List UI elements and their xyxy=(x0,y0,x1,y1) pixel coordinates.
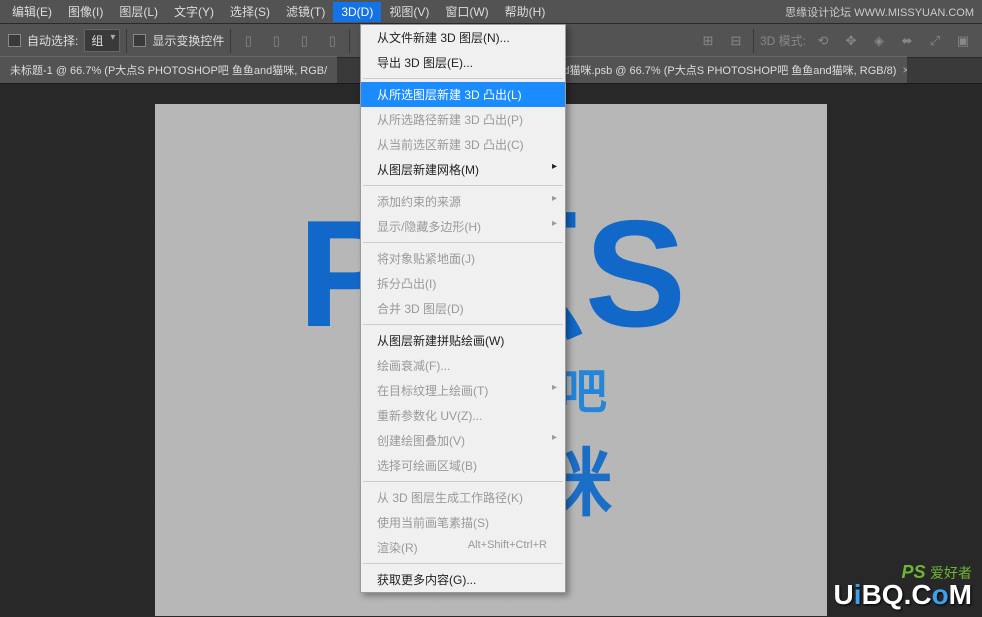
menu-item: 合并 3D 图层(D) xyxy=(361,296,565,321)
show-transform-label: 显示变换控件 xyxy=(152,32,224,49)
align-icon[interactable]: ▯ xyxy=(293,30,315,52)
menu-item[interactable]: 从所选图层新建 3D 凸出(L) xyxy=(361,82,565,107)
menu-item: 显示/隐藏多边形(H) xyxy=(361,214,565,239)
menu-item: 在目标纹理上绘画(T) xyxy=(361,378,565,403)
menu-item: 从 3D 图层生成工作路径(K) xyxy=(361,485,565,510)
menu-item: 添加约束的来源 xyxy=(361,189,565,214)
distribute-icon[interactable]: ⊞ xyxy=(697,30,719,52)
show-transform-checkbox[interactable] xyxy=(133,34,146,47)
menu-3d-dropdown: 从文件新建 3D 图层(N)...导出 3D 图层(E)... 从所选图层新建 3… xyxy=(360,24,566,593)
menu-item[interactable]: 从文件新建 3D 图层(N)... xyxy=(361,25,565,50)
menu-separator xyxy=(363,242,563,243)
menu-item: 从当前选区新建 3D 凸出(C) xyxy=(361,132,565,157)
menu-item[interactable]: 获取更多内容(G)... xyxy=(361,567,565,592)
divider xyxy=(126,29,127,53)
menu-item: 重新参数化 UV(Z)... xyxy=(361,403,565,428)
orbit-icon[interactable]: ⟲ xyxy=(812,30,834,52)
menu-t[interactable]: 滤镜(T) xyxy=(278,0,333,23)
menu-i[interactable]: 图像(I) xyxy=(60,0,111,23)
menu-item: 拆分凸出(I) xyxy=(361,271,565,296)
scale-icon[interactable]: ⤢ xyxy=(924,30,946,52)
auto-select-label: 自动选择: xyxy=(27,32,78,49)
menu-separator xyxy=(363,78,563,79)
menu-y[interactable]: 文字(Y) xyxy=(166,0,222,23)
menu-item[interactable]: 导出 3D 图层(E)... xyxy=(361,50,565,75)
menu-item: 创建绘图叠加(V) xyxy=(361,428,565,453)
divider xyxy=(349,29,350,53)
menu-l[interactable]: 图层(L) xyxy=(111,0,166,23)
tab-title: nd猫咪.psb @ 66.7% (P大点S PHOTOSHOP吧 鱼鱼and猫… xyxy=(557,62,896,78)
watermark-top: 思缘设计论坛 WWW.MISSYUAN.COM xyxy=(785,4,974,20)
menu-shortcut: Alt+Shift+Ctrl+R xyxy=(468,539,547,551)
align-icon[interactable]: ▯ xyxy=(265,30,287,52)
menu-item: 绘画衰减(F)... xyxy=(361,353,565,378)
close-icon[interactable]: × xyxy=(902,63,907,77)
watermark-bottom: PS 爱好者 UiBQ.CoM xyxy=(834,562,972,611)
menu-dd[interactable]: 3D(D) xyxy=(333,2,381,22)
group-select[interactable]: 组 xyxy=(84,29,120,52)
cube-icon[interactable]: ▣ xyxy=(952,30,974,52)
tab-document-1[interactable]: 未标题-1 @ 66.7% (P大点S PHOTOSHOP吧 鱼鱼and猫咪, … xyxy=(0,56,337,83)
menu-item: 渲染(R)Alt+Shift+Ctrl+R xyxy=(361,535,565,560)
menu-separator xyxy=(363,481,563,482)
pan-icon[interactable]: ✥ xyxy=(840,30,862,52)
menu-item[interactable]: 从图层新建网格(M) xyxy=(361,157,565,182)
auto-select-checkbox[interactable] xyxy=(8,34,21,47)
menu-item: 使用当前画笔素描(S) xyxy=(361,510,565,535)
distribute-icon[interactable]: ⊟ xyxy=(725,30,747,52)
menu-s[interactable]: 选择(S) xyxy=(222,0,278,23)
divider xyxy=(753,29,754,53)
mode-label: 3D 模式: xyxy=(760,32,806,49)
menu-item[interactable]: 从图层新建拼贴绘画(W) xyxy=(361,328,565,353)
dolly-icon[interactable]: ◈ xyxy=(868,30,890,52)
align-icon[interactable]: ▯ xyxy=(237,30,259,52)
menu-separator xyxy=(363,324,563,325)
divider xyxy=(230,29,231,53)
watermark-uibq: UiBQ.CoM xyxy=(834,579,972,611)
menu-separator xyxy=(363,563,563,564)
slide-icon[interactable]: ⬌ xyxy=(896,30,918,52)
tab-document-2[interactable]: nd猫咪.psb @ 66.7% (P大点S PHOTOSHOP吧 鱼鱼and猫… xyxy=(547,56,907,83)
menu-w[interactable]: 窗口(W) xyxy=(437,0,496,23)
menu-h[interactable]: 帮助(H) xyxy=(497,0,554,23)
menu-item: 从所选路径新建 3D 凸出(P) xyxy=(361,107,565,132)
menu-e[interactable]: 编辑(E) xyxy=(4,0,60,23)
align-icon[interactable]: ▯ xyxy=(321,30,343,52)
menu-separator xyxy=(363,185,563,186)
tab-title: 未标题-1 @ 66.7% (P大点S PHOTOSHOP吧 鱼鱼and猫咪, … xyxy=(10,62,327,78)
menu-item: 选择可绘画区域(B) xyxy=(361,453,565,478)
menu-v[interactable]: 视图(V) xyxy=(381,0,437,23)
menu-item: 将对象贴紧地面(J) xyxy=(361,246,565,271)
